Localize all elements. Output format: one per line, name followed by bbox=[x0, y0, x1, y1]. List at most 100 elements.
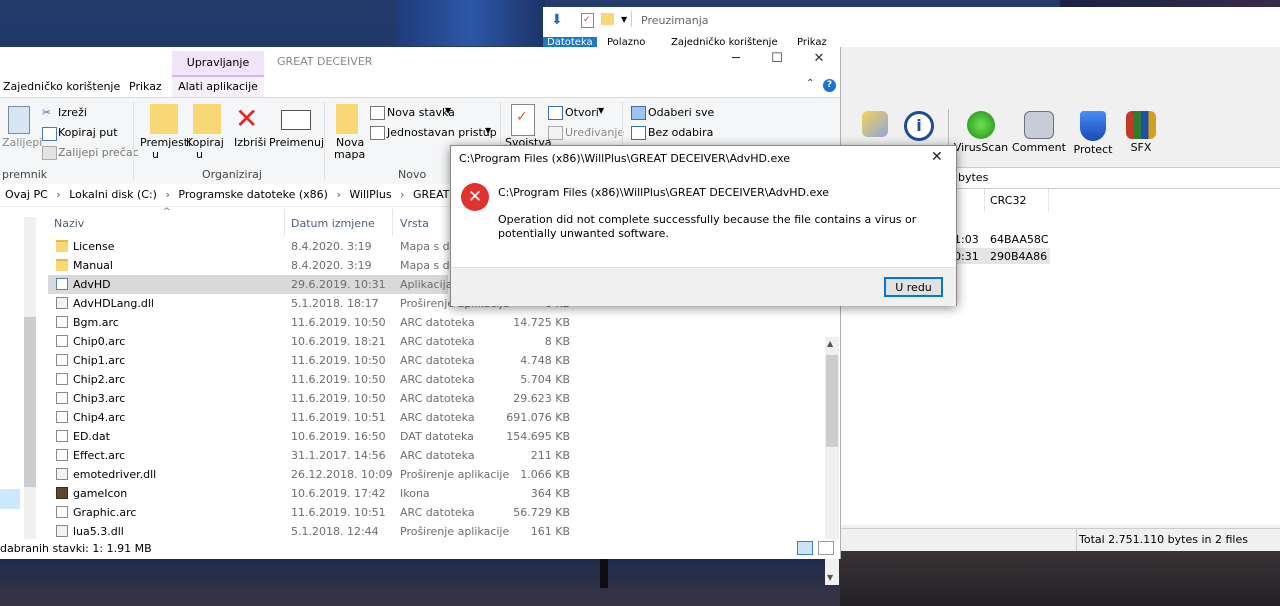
tab-zajednicko-koristenje[interactable]: Zajedničko korištenje bbox=[3, 80, 120, 93]
breadcrumb-item[interactable]: Ovaj PC bbox=[5, 188, 48, 201]
chevron-down-icon[interactable]: ▼ bbox=[598, 106, 604, 115]
open-button[interactable]: Otvori bbox=[565, 106, 599, 119]
paste-icon[interactable] bbox=[8, 106, 30, 134]
scroll-thumb[interactable] bbox=[826, 355, 838, 447]
sfx-button[interactable]: SFX bbox=[1112, 103, 1170, 154]
paste-shortcut-button[interactable]: Zalijepi prečac bbox=[58, 146, 139, 159]
table-row[interactable]: Chip4.arc 11.6.2019. 10:51 ARC datoteka 691… bbox=[48, 408, 824, 427]
table-row[interactable]: AdvHD 29.6.2019. 10:31 Aplikacija bbox=[48, 275, 452, 294]
size-column-header[interactable]: bytes bbox=[958, 171, 988, 184]
table-row-time[interactable]: 1:03 bbox=[954, 233, 979, 246]
tab-upravljanje[interactable]: Upravljanje bbox=[172, 51, 264, 75]
table-row-time[interactable]: 0:31 bbox=[954, 250, 979, 263]
minimize-button[interactable]: ─ bbox=[714, 51, 758, 71]
navigation-pane[interactable] bbox=[0, 207, 46, 547]
scroll-up-icon[interactable]: ▲ bbox=[827, 339, 833, 348]
copy-path-button[interactable]: Kopiraj put bbox=[58, 126, 118, 139]
move-to-icon[interactable] bbox=[150, 104, 178, 134]
table-row[interactable]: Bgm.arc 11.6.2019. 10:50 ARC datoteka 14.72… bbox=[48, 313, 824, 332]
table-row-crc[interactable]: 290B4A86 bbox=[990, 250, 1047, 263]
select-none-icon[interactable] bbox=[631, 126, 646, 140]
column-date-header[interactable]: Datum izmjene bbox=[291, 217, 375, 230]
move-to-button[interactable]: Premjesti bbox=[140, 136, 191, 149]
new-folder-icon[interactable] bbox=[336, 104, 358, 134]
chevron-right-icon[interactable]: › bbox=[331, 188, 345, 201]
down-arrow-icon[interactable]: ⬇ bbox=[551, 12, 563, 28]
ok-button[interactable]: U redu bbox=[884, 277, 943, 297]
select-none-button[interactable]: Bez odabira bbox=[648, 126, 713, 139]
nav-scroll-thumb[interactable] bbox=[24, 317, 36, 487]
file-name: Bgm.arc bbox=[73, 316, 119, 329]
breadcrumb-item[interactable]: WillPlus bbox=[349, 188, 391, 201]
breadcrumb-item[interactable]: Programske datoteke (x86) bbox=[178, 188, 328, 201]
folder-icon[interactable] bbox=[601, 13, 614, 25]
table-row[interactable]: Effect.arc 31.1.2017. 14:56 ARC datoteka 21… bbox=[48, 446, 824, 465]
comment-button[interactable]: Comment bbox=[1010, 103, 1068, 154]
chevron-down-icon[interactable]: ▼ bbox=[485, 126, 491, 135]
copy-path-icon[interactable] bbox=[42, 127, 57, 141]
table-row[interactable]: Graphic.arc 11.6.2019. 10:51 ARC datoteka 5… bbox=[48, 503, 824, 522]
new-item-icon[interactable] bbox=[370, 106, 385, 120]
column-divider[interactable] bbox=[392, 209, 393, 235]
copy-to-button[interactable]: Kopiraj bbox=[186, 136, 224, 149]
dll-icon bbox=[56, 468, 68, 480]
close-button[interactable]: ✕ bbox=[797, 51, 841, 71]
tab-prikaz[interactable]: Prikaz bbox=[129, 80, 162, 93]
select-all-icon[interactable] bbox=[631, 106, 646, 120]
error-dialog[interactable]: C:\Program Files (x86)\WillPlus\GREAT DE… bbox=[450, 145, 957, 306]
table-row[interactable]: ED.dat 10.6.2019. 16:50 DAT datoteka 154.69… bbox=[48, 427, 824, 446]
easy-access-button[interactable]: Jednostavan pristup bbox=[387, 126, 497, 139]
nav-selected-item[interactable] bbox=[0, 489, 20, 509]
file-type: ARC datoteka bbox=[400, 354, 475, 367]
select-all-button[interactable]: Odaberi sve bbox=[648, 106, 714, 119]
table-row-crc[interactable]: 64BAA58C bbox=[990, 233, 1049, 246]
large-icons-view-icon[interactable] bbox=[818, 541, 834, 555]
table-row[interactable]: Chip2.arc 11.6.2019. 10:50 ARC datoteka 5.7… bbox=[48, 370, 824, 389]
file-date: 29.6.2019. 10:31 bbox=[291, 278, 386, 291]
details-view-icon[interactable] bbox=[797, 541, 813, 555]
scissors-icon[interactable]: ✂ bbox=[42, 106, 55, 119]
virusscan-button[interactable]: VirusScan bbox=[952, 103, 1010, 154]
tab-alati-aplikacije[interactable]: Alati aplikacije bbox=[172, 75, 264, 97]
table-row[interactable]: Chip3.arc 11.6.2019. 10:50 ARC datoteka 29.… bbox=[48, 389, 824, 408]
cut-button[interactable]: Izreži bbox=[58, 106, 87, 119]
chevron-down-icon[interactable]: ▼ bbox=[621, 15, 627, 24]
maximize-button[interactable]: ☐ bbox=[755, 51, 799, 71]
breadcrumb-item[interactable]: Lokalni disk (C:) bbox=[69, 188, 157, 201]
paste-button[interactable]: Zalijepi bbox=[2, 136, 42, 149]
nav-scrollbar[interactable] bbox=[24, 217, 36, 545]
downloads-window[interactable]: ⬇ ✓ ▼ Preuzimanja Datoteka Polazno Zajed… bbox=[543, 7, 1280, 49]
table-row[interactable]: emotedriver.dll 26.12.2018. 10:09 Proširen… bbox=[48, 465, 824, 484]
help-icon[interactable]: ? bbox=[823, 79, 836, 92]
chevron-up-icon[interactable]: ⌃ bbox=[806, 78, 814, 89]
column-divider[interactable] bbox=[284, 209, 285, 235]
properties-icon[interactable]: ✓ bbox=[511, 104, 535, 136]
close-icon[interactable]: ✕ bbox=[931, 149, 943, 165]
column-type-header[interactable]: Vrsta bbox=[400, 217, 429, 230]
edit-icon[interactable] bbox=[548, 126, 563, 140]
table-row[interactable]: gameIcon 10.6.2019. 17:42 Ikona 364 KB bbox=[48, 484, 824, 503]
chevron-right-icon[interactable]: › bbox=[51, 188, 65, 201]
chevron-right-icon[interactable]: › bbox=[160, 188, 174, 201]
chevron-down-icon[interactable]: ▼ bbox=[445, 106, 451, 115]
table-row[interactable]: Chip0.arc 10.6.2019. 18:21 ARC datoteka 8 K… bbox=[48, 332, 824, 351]
easy-access-icon[interactable] bbox=[370, 126, 385, 140]
file-size: 56.729 KB bbox=[513, 506, 570, 519]
properties-icon[interactable]: ✓ bbox=[581, 13, 594, 28]
copy-to-icon[interactable] bbox=[193, 104, 221, 134]
crc-column-header[interactable]: CRC32 bbox=[990, 194, 1026, 207]
delete-button[interactable]: Izbriši bbox=[234, 136, 266, 149]
dialog-message: Operation did not complete successfully … bbox=[498, 213, 917, 240]
edit-button[interactable]: Uređivanje bbox=[565, 126, 624, 139]
open-icon[interactable] bbox=[548, 106, 563, 120]
chevron-right-icon[interactable]: › bbox=[395, 188, 409, 201]
table-row[interactable]: Chip1.arc 11.6.2019. 10:50 ARC datoteka 4.7… bbox=[48, 351, 824, 370]
column-name-header[interactable]: Naziv bbox=[54, 217, 84, 230]
paste-shortcut-icon[interactable] bbox=[42, 146, 57, 160]
rename-button[interactable]: Preimenuj bbox=[269, 136, 324, 149]
scroll-down-icon[interactable]: ▼ bbox=[827, 573, 833, 582]
info-button[interactable]: i bbox=[890, 103, 948, 143]
rename-icon[interactable] bbox=[281, 110, 311, 130]
title-bar[interactable]: Upravljanje GREAT DECEIVER ─ ☐ ✕ bbox=[0, 47, 840, 75]
delete-icon[interactable]: ✕ bbox=[235, 102, 263, 135]
